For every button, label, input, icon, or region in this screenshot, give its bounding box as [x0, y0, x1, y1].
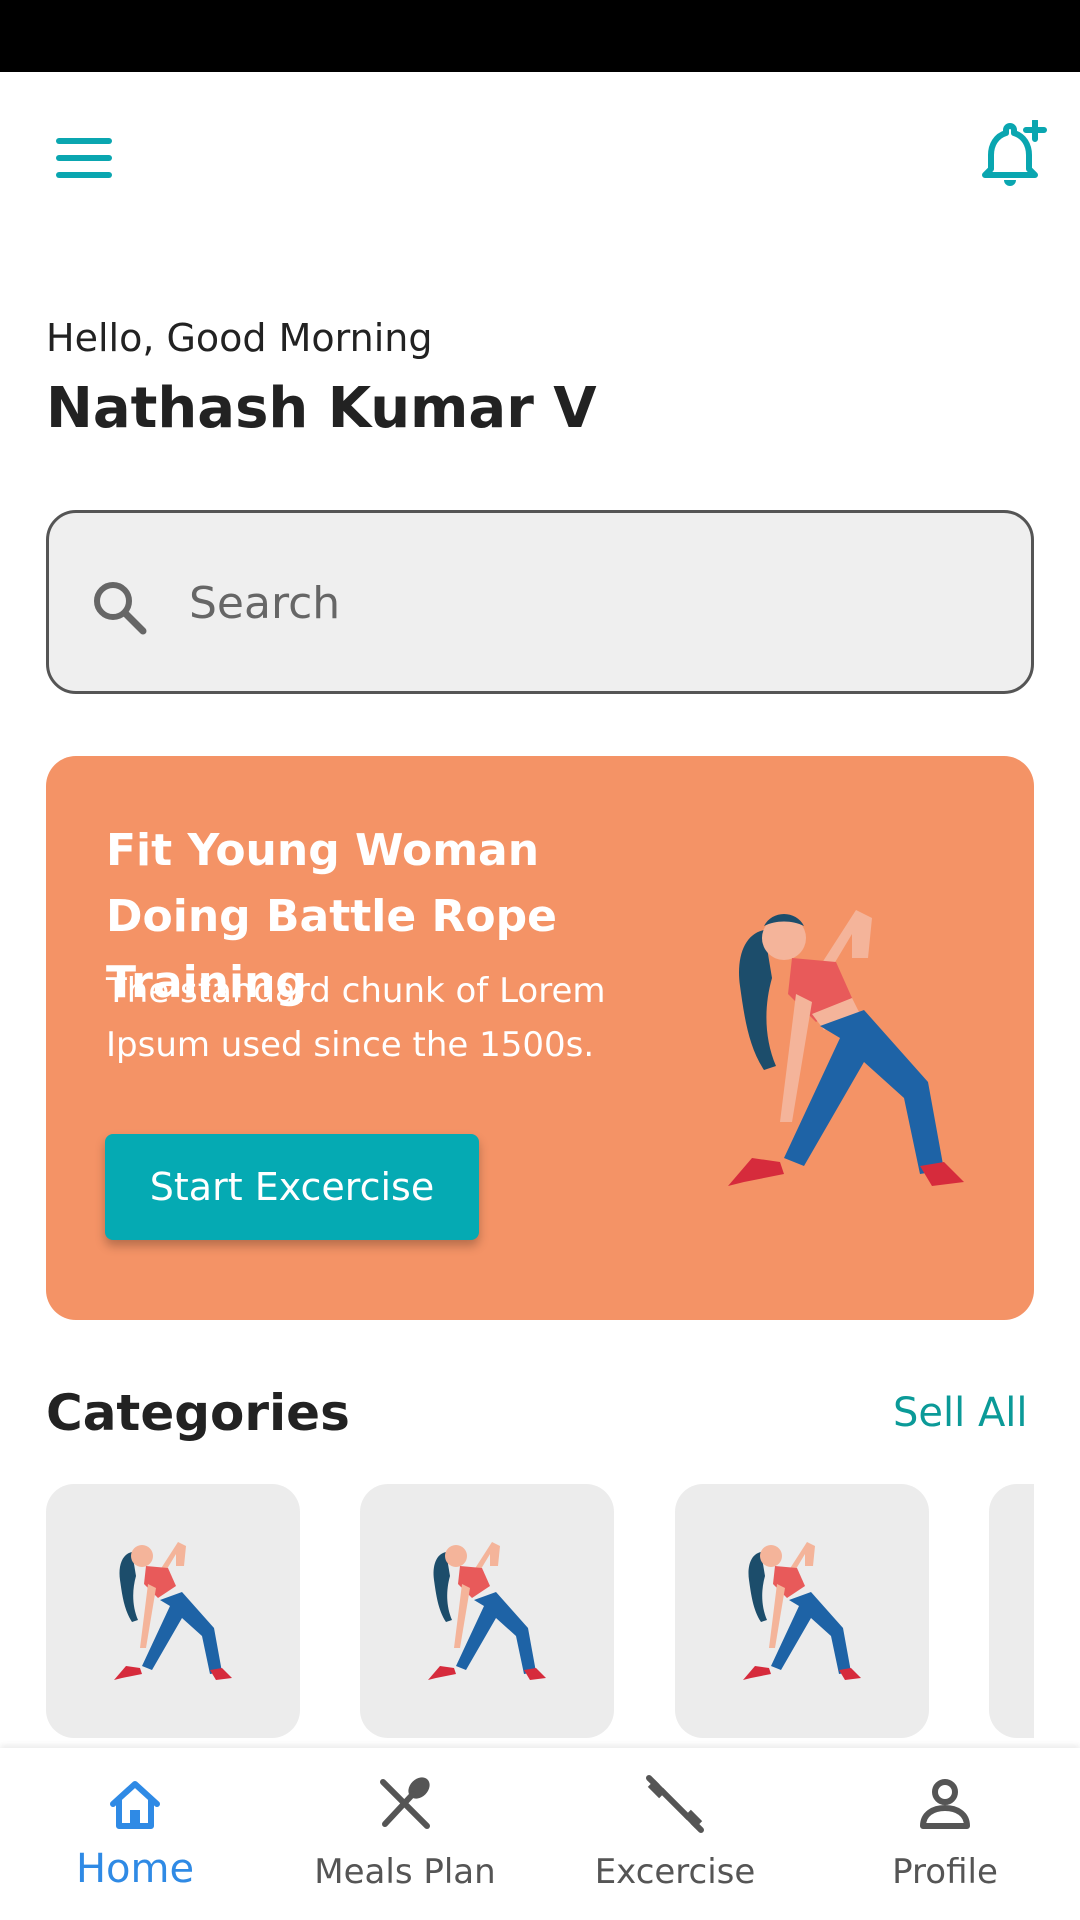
person-icon: [920, 1779, 970, 1829]
nav-exercise-label: Excercise: [594, 1852, 756, 1892]
category-card[interactable]: [989, 1484, 1034, 1738]
home-icon: [110, 1781, 160, 1829]
nav-home-label: Home: [75, 1846, 195, 1892]
search-bar[interactable]: [46, 510, 1034, 694]
nav-meals-plan-label: Meals Plan: [314, 1852, 496, 1892]
nav-exercise[interactable]: Excercise: [540, 1748, 810, 1920]
categories-heading: Categories: [46, 1384, 350, 1442]
top-app-bar: [0, 72, 1080, 242]
promo-description: The standard chunk of Lorem Ipsum used s…: [106, 971, 606, 1065]
search-input[interactable]: [189, 563, 989, 643]
see-all-link[interactable]: Sell All: [893, 1390, 1028, 1436]
categories-list: [46, 1484, 1034, 1740]
stretching-woman-illustration: [743, 1542, 861, 1680]
stretching-woman-illustration: [114, 1542, 232, 1680]
user-name: Nathash Kumar V: [46, 376, 597, 441]
stretching-woman-illustration: [428, 1542, 546, 1680]
dumbbell-icon: [646, 1775, 704, 1833]
greeting-text: Hello, Good Morning: [46, 316, 433, 360]
menu-button[interactable]: [48, 130, 120, 186]
start-exercise-button[interactable]: Start Excercise: [105, 1134, 479, 1240]
stretching-woman-illustration: [728, 910, 964, 1186]
fork-spoon-icon: [380, 1777, 430, 1829]
status-bar: [0, 0, 1080, 72]
category-card[interactable]: [46, 1484, 300, 1738]
bottom-navigation: Home Meals Plan Excercise Profile: [0, 1748, 1080, 1920]
nav-home[interactable]: Home: [0, 1748, 270, 1920]
category-card[interactable]: [360, 1484, 614, 1738]
nav-profile-label: Profile: [892, 1852, 998, 1892]
add-notification-button[interactable]: [976, 118, 1048, 192]
nav-meals-plan[interactable]: Meals Plan: [270, 1748, 540, 1920]
search-icon: [94, 582, 147, 635]
nav-profile[interactable]: Profile: [810, 1748, 1080, 1920]
bell-plus-icon: [982, 118, 1047, 186]
category-card[interactable]: [675, 1484, 929, 1738]
promo-card: Fit Young Woman Doing Battle Rope Traini…: [46, 756, 1034, 1320]
